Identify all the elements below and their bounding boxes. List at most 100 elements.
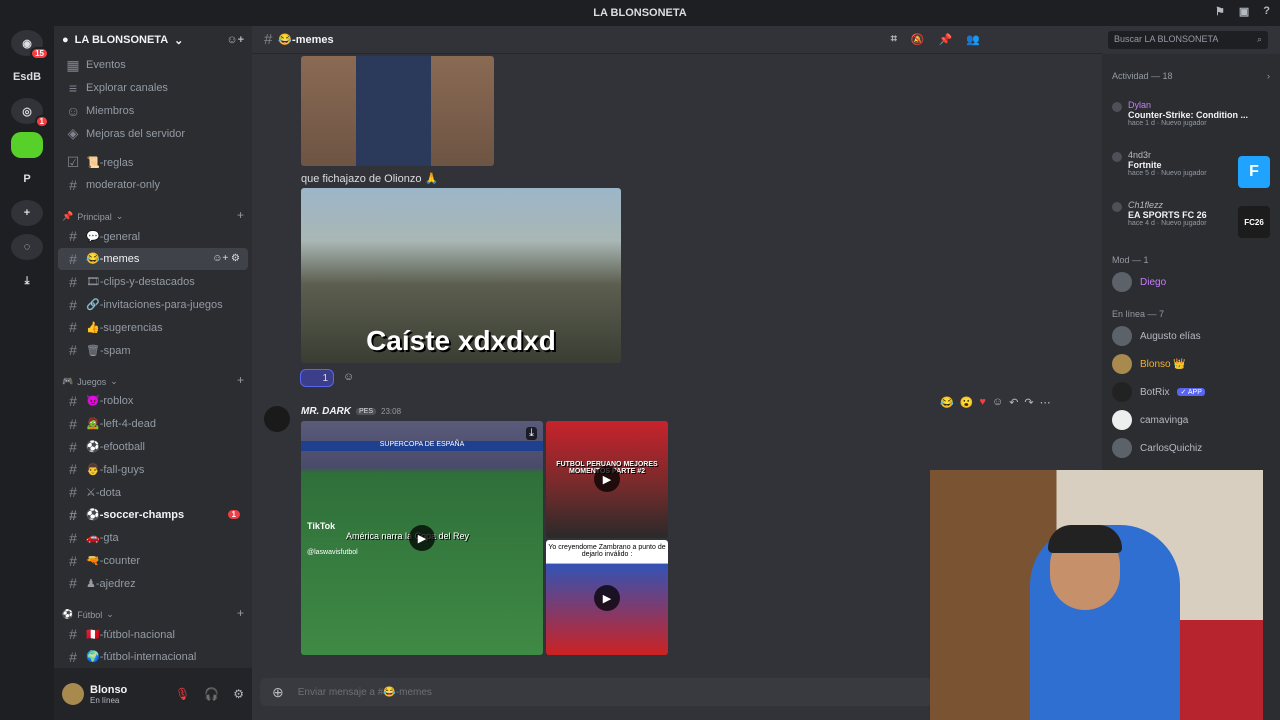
pin-icon: 📌 [62,210,74,221]
server-icon[interactable]: ◎ 1 [11,98,49,128]
search-input[interactable]: Buscar LA BLONSONETA ⌕ [1108,31,1268,49]
heart-icon[interactable]: ♥ [979,396,986,414]
server-green[interactable] [11,132,43,158]
mod-header: Mod — 1 [1112,255,1149,265]
game-thumbnail: F [1238,156,1270,188]
activity-header[interactable]: Actividad — 18 › [1102,54,1280,98]
sidebar-item-eventos[interactable]: ▦ Eventos [58,54,248,77]
channel-sugerencias[interactable]: # 👍-sugerencias [58,316,248,339]
play-icon[interactable]: ▶ [594,585,620,611]
channel-futbol-nacional[interactable]: # 🇵🇪-fútbol-nacional [58,623,248,646]
channel-clips[interactable]: # 🎞-clips-y-destacados [58,270,248,293]
user-status: En línea [90,695,120,705]
activity-card[interactable]: Dylan Counter-Strike: Condition ... hace… [1102,98,1280,148]
activity-card[interactable]: 4nd3r Fortnite hace 5 d · Nuevo jugador … [1102,148,1280,198]
avatar [1112,438,1132,458]
reaction-button[interactable]: 1 [300,369,334,387]
channel-efootball[interactable]: # ⚽-efootball [58,435,248,458]
list-icon: ≡ [68,80,78,97]
home-button[interactable]: ◉ 15 [11,30,49,60]
play-icon[interactable]: ▶ [409,525,435,551]
hash-icon: # [69,461,77,478]
channel-dota[interactable]: # ⚔-dota [58,481,248,504]
video-attachment[interactable]: FUTBOL PERUANO MEJORES MOMENTOS PARTE #2… [546,421,668,538]
channel-moderator-only[interactable]: # moderator-only [58,174,248,197]
play-icon[interactable]: ▶ [594,466,620,492]
user-name: Blonso [90,683,128,696]
download-icon[interactable]: ⤓ [11,268,43,294]
add-channel-icon[interactable]: + [237,606,244,620]
add-member-icon[interactable]: ☺+ [226,34,244,46]
channel-label: 🌍-fútbol-internacional [86,651,197,664]
channel-counter[interactable]: # 🔫-counter [58,549,248,572]
hash-icon: # [69,296,77,313]
channel-futbol-internacional[interactable]: # 🌍-fútbol-internacional [58,646,248,669]
member-item[interactable]: Blonso 👑 [1102,350,1280,378]
headphones-icon[interactable]: 🎧 [204,687,219,701]
server-p[interactable]: P [11,166,43,192]
author-name[interactable]: MR. DARK [301,406,351,417]
channel-invitaciones[interactable]: # 🔗-invitaciones-para-juegos [58,293,248,316]
channel-left-4-dead[interactable]: # 🧟-left-4-dead [58,412,248,435]
member-item[interactable]: BotRix ✓ APP [1102,378,1280,406]
category-principal[interactable]: 📌 Principal ⌄ + [54,203,252,225]
channel-fall-guys[interactable]: # 👨-fall-guys [58,458,248,481]
add-reaction-icon[interactable]: ☺ [343,371,354,383]
member-item[interactable]: Diego [1102,268,1280,296]
channel-label: 🗑-spam [86,344,131,357]
add-reaction-icon[interactable]: ☺ [992,396,1003,414]
meme-image-top[interactable] [301,56,494,166]
add-channel-icon[interactable]: + [237,373,244,387]
channel-memes[interactable]: # 😂-memes ☺+ ⚙ [58,247,248,271]
channel-spam[interactable]: # 🗑-spam [58,339,248,362]
meme-image[interactable]: Caíste xdxdxd [301,188,621,363]
sidebar-item-mejoras[interactable]: ◈ Mejoras del servidor [58,122,248,145]
category-futbol[interactable]: ⚽ Fútbol ⌄ + [54,601,252,623]
channel-roblox[interactable]: # 😈-roblox [58,390,248,413]
video-attachment[interactable]: Yo creyendome Zambrano a punto de dejarl… [546,540,668,655]
sidebar-item-explorar[interactable]: ≡ Explorar canales [58,77,248,100]
server-esdb[interactable]: EsdB [11,64,43,90]
sidebar-item-miembros[interactable]: ☺ Miembros [58,100,248,123]
avatar [1112,272,1132,292]
channel-sidebar: ● LA BLONSONETA ⌄ ☺+ ▦ Eventos ≡ Explorar … [54,26,252,720]
category-juegos[interactable]: 🎮 Juegos ⌄ + [54,368,252,390]
member-item[interactable]: Augusto elías [1102,322,1280,350]
sidebar-item-label: Mejoras del servidor [86,127,186,140]
guild-icon: ● [62,34,69,46]
flag-icon[interactable]: ⚑ [1215,5,1225,18]
emoji-wow-icon[interactable]: 😮 [960,396,974,414]
help-icon[interactable]: ? [1263,5,1270,18]
gear-icon[interactable]: ⚙ [233,687,244,701]
threads-icon[interactable]: ⌗ [891,33,897,46]
channel-general[interactable]: # 💬-general [58,225,248,248]
guild-header[interactable]: ● LA BLONSONETA ⌄ ☺+ [54,26,252,54]
add-channel-icon[interactable]: + [237,208,244,222]
member-item[interactable]: camavinga [1102,406,1280,434]
member-item[interactable]: CarlosQuichiz [1102,434,1280,462]
channel-soccer-champs[interactable]: # ⚽-soccer-champs 1 [58,504,248,527]
mute-icon[interactable]: 🎙 [175,687,190,701]
activity-card[interactable]: Ch1flezz EA SPORTS FC 26 hace 4 d · Nuev… [1102,198,1280,248]
channel-gta[interactable]: # 🚗-gta [58,526,248,549]
channel-ajedrez[interactable]: # ♟-ajedrez [58,572,248,595]
attach-icon[interactable]: ⊕ [272,684,284,701]
channel-label: 😂-memes [86,253,140,266]
add-server-button[interactable]: + [11,200,43,226]
mute-channel-icon[interactable]: 🔕 [911,33,925,46]
search-icon: ⌕ [1256,34,1262,44]
pin-icon[interactable]: 📌 [939,33,953,46]
reply-icon[interactable]: ↶ [1009,396,1018,414]
more-icon[interactable]: ⋯ [1040,396,1051,414]
channel-settings-icons[interactable]: ☺+ ⚙ [212,253,240,264]
avatar[interactable] [264,406,290,432]
discover-icon[interactable]: ◌ [11,234,43,260]
download-icon[interactable]: ⤓ [526,427,537,440]
channel-reglas[interactable]: ☑ 📜-reglas [58,151,248,174]
inbox-icon[interactable]: ▣ [1239,5,1249,18]
video-attachment[interactable]: SUPERCOPA DE ESPAÑA ⤓ TikTok @laswavisfu… [301,421,543,655]
forward-icon[interactable]: ↷ [1024,396,1033,414]
emoji-laugh-icon[interactable]: 😂 [940,396,954,414]
members-list-icon[interactable]: 👥 [966,33,980,46]
avatar[interactable] [62,683,84,705]
